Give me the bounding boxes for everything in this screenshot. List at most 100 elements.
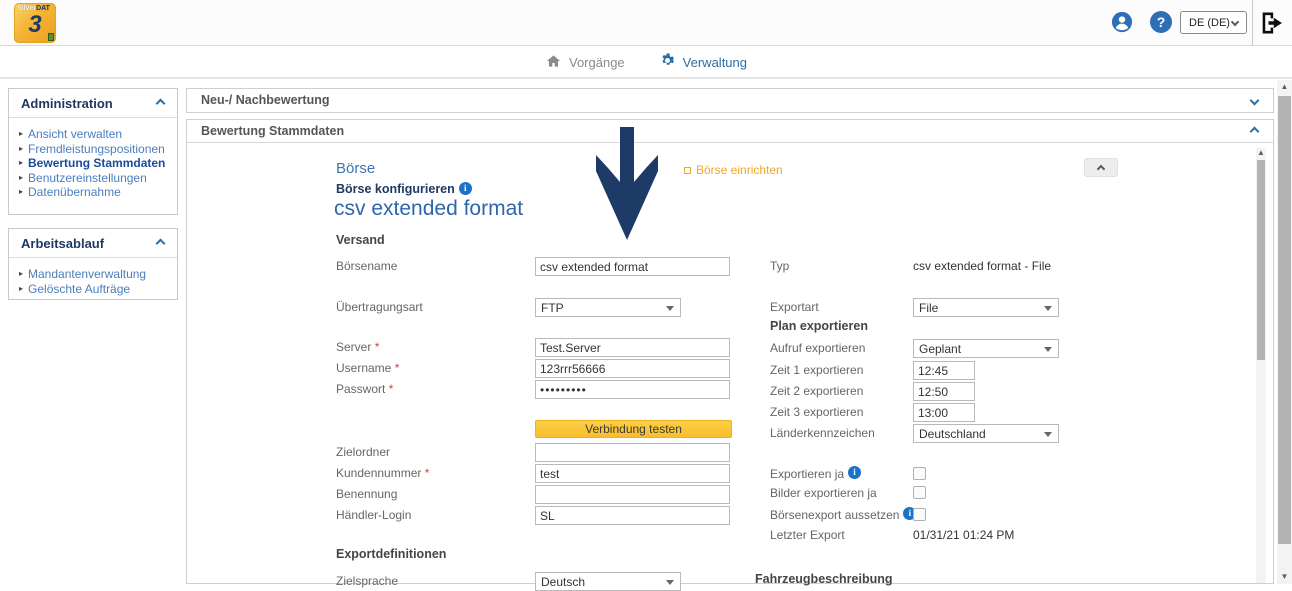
help-icon[interactable]: ? xyxy=(1150,11,1172,33)
required-asterisk: * xyxy=(395,361,400,375)
nav-item-vorgaenge[interactable]: Vorgänge xyxy=(545,53,625,72)
silverdat-logo[interactable]: SilverDAT 3 xyxy=(14,3,56,43)
language-select[interactable]: DE (DE) xyxy=(1180,11,1247,34)
server-input[interactable] xyxy=(535,338,730,357)
passwort-label: Passwort xyxy=(336,382,385,396)
nav-item-verwaltung[interactable]: Verwaltung xyxy=(659,52,747,72)
laenderkennzeichen-label: Länderkennzeichen xyxy=(770,425,875,442)
top-bar: SilverDAT 3 ? DE (DE) xyxy=(0,0,1292,46)
typ-label: Typ xyxy=(770,258,789,275)
exportieren-ja-label: Exportieren ja xyxy=(770,467,844,481)
sidebar-item-benutzereinstellungen[interactable]: ▸Benutzereinstellungen xyxy=(19,171,171,186)
user-icon[interactable] xyxy=(1111,11,1133,33)
boersenexport-aussetzen-checkbox[interactable] xyxy=(913,508,926,521)
kundennummer-input[interactable] xyxy=(535,464,730,483)
uebertragungsart-select[interactable]: FTP xyxy=(535,298,681,317)
typ-value: csv extended format - File xyxy=(913,258,1051,275)
square-outline-icon xyxy=(684,167,691,174)
window-scrollbar[interactable]: ▲ ▼ xyxy=(1277,80,1292,584)
info-icon[interactable]: i xyxy=(459,182,472,195)
section-collapse-button[interactable] xyxy=(1084,158,1118,177)
triangle-bullet-icon: ▸ xyxy=(19,282,23,297)
topbar-divider xyxy=(1252,0,1253,46)
chevron-up-icon xyxy=(1250,127,1260,137)
chevron-up-icon xyxy=(156,99,166,109)
exportart-select[interactable]: File xyxy=(913,298,1059,317)
accordion-bewertung-stammdaten: Bewertung Stammdaten Börse Börse einrich… xyxy=(186,119,1274,584)
zielsprache-label: Zielsprache xyxy=(336,573,398,590)
exportart-label: Exportart xyxy=(770,299,819,316)
nav-label-verwaltung: Verwaltung xyxy=(683,55,747,70)
triangle-bullet-icon: ▸ xyxy=(19,171,23,186)
boerse-heading: Börse xyxy=(336,160,375,177)
boersename-input[interactable] xyxy=(535,257,730,276)
zeit2-input[interactable] xyxy=(913,382,975,401)
exportieren-ja-checkbox[interactable] xyxy=(913,467,926,480)
logo-chip-icon xyxy=(48,33,54,41)
aufruf-exportieren-label: Aufruf exportieren xyxy=(770,340,865,357)
sidebar-item-geloeschte-auftraege[interactable]: ▸Gelöschte Aufträge xyxy=(19,282,171,297)
inner-scrollbar[interactable]: ▲ xyxy=(1256,148,1266,583)
zeit1-input[interactable] xyxy=(913,361,975,380)
window-scrollbar-thumb[interactable] xyxy=(1278,96,1291,544)
laenderkennzeichen-select[interactable]: Deutschland xyxy=(913,424,1059,443)
language-value: DE (DE) xyxy=(1189,17,1230,29)
zielsprache-select[interactable]: Deutsch xyxy=(535,572,681,591)
zielordner-input[interactable] xyxy=(535,443,730,462)
triangle-bullet-icon: ▸ xyxy=(19,185,23,200)
benennung-input[interactable] xyxy=(535,485,730,504)
arbeitsablauf-panel-header[interactable]: Arbeitsablauf xyxy=(9,229,177,258)
zeit2-label: Zeit 2 exportieren xyxy=(770,383,863,400)
kundennummer-label: Kundennummer xyxy=(336,466,421,480)
aufruf-exportieren-select[interactable]: Geplant xyxy=(913,339,1059,358)
versand-section-title: Versand xyxy=(336,233,385,247)
verbindung-testen-button[interactable]: Verbindung testen xyxy=(535,420,732,438)
letzter-export-label: Letzter Export xyxy=(770,527,845,544)
info-icon[interactable]: i xyxy=(848,466,861,479)
administration-panel-header[interactable]: Administration xyxy=(9,89,177,118)
uebertragungsart-label: Übertragungsart xyxy=(336,299,423,316)
scroll-up-icon[interactable]: ▲ xyxy=(1277,82,1292,92)
haendler-login-label: Händler-Login xyxy=(336,507,411,524)
boersenexport-aussetzen-label: Börsenexport aussetzen xyxy=(770,508,899,522)
sidebar-item-fremdleistungspositionen[interactable]: ▸Fremdleistungspositionen xyxy=(19,142,171,157)
bilder-exportieren-checkbox[interactable] xyxy=(913,486,926,499)
sidebar-item-mandantenverwaltung[interactable]: ▸Mandantenverwaltung xyxy=(19,267,171,282)
chevron-down-icon xyxy=(1231,18,1239,26)
sidebar-item-ansicht-verwalten[interactable]: ▸Ansicht verwalten xyxy=(19,127,171,142)
zeit3-label: Zeit 3 exportieren xyxy=(770,404,863,421)
accordion-neu-nachbewertung: Neu-/ Nachbewertung xyxy=(186,88,1274,113)
accordion1-title: Neu-/ Nachbewertung xyxy=(201,93,330,107)
haendler-login-input[interactable] xyxy=(535,506,730,525)
accordion-bewertung-stammdaten-header[interactable]: Bewertung Stammdaten xyxy=(187,120,1273,143)
chevron-down-icon xyxy=(1250,96,1260,106)
sidebar-panel-arbeitsablauf: Arbeitsablauf ▸Mandantenverwaltung ▸Gelö… xyxy=(8,228,178,300)
arbeitsablauf-title: Arbeitsablauf xyxy=(21,236,104,251)
gear-icon xyxy=(659,52,676,72)
accordion-neu-nachbewertung-header[interactable]: Neu-/ Nachbewertung xyxy=(187,89,1273,112)
scroll-up-icon[interactable]: ▲ xyxy=(1256,148,1266,158)
logout-icon[interactable] xyxy=(1258,9,1286,37)
passwort-input[interactable] xyxy=(535,380,730,399)
zielordner-label: Zielordner xyxy=(336,444,390,461)
sidebar-item-bewertung-stammdaten[interactable]: ▸Bewertung Stammdaten xyxy=(19,156,171,171)
main-nav: Vorgänge Verwaltung xyxy=(0,47,1292,79)
chevron-up-icon xyxy=(156,239,166,249)
required-asterisk: * xyxy=(389,382,394,396)
scroll-down-icon[interactable]: ▼ xyxy=(1277,572,1292,582)
username-input[interactable] xyxy=(535,359,730,378)
exportdefinitionen-title: Exportdefinitionen xyxy=(336,547,446,561)
letzter-export-value: 01/31/21 01:24 PM xyxy=(913,527,1014,544)
required-asterisk: * xyxy=(375,340,380,354)
server-label: Server xyxy=(336,340,371,354)
zeit3-input[interactable] xyxy=(913,403,975,422)
nav-label-vorgaenge: Vorgänge xyxy=(569,55,625,70)
plan-exportieren-title: Plan exportieren xyxy=(770,319,868,333)
benennung-label: Benennung xyxy=(336,486,397,503)
sidebar-item-datenuebernahme[interactable]: ▸Datenübernahme xyxy=(19,185,171,200)
boerse-einrichten-link[interactable]: Börse einrichten xyxy=(684,163,783,177)
accordion2-title: Bewertung Stammdaten xyxy=(201,124,344,138)
bewertung-stammdaten-body: Börse Börse einrichten Börse konfigurier… xyxy=(187,143,1273,583)
inner-scrollbar-thumb[interactable] xyxy=(1257,160,1265,360)
home-icon xyxy=(545,53,562,72)
